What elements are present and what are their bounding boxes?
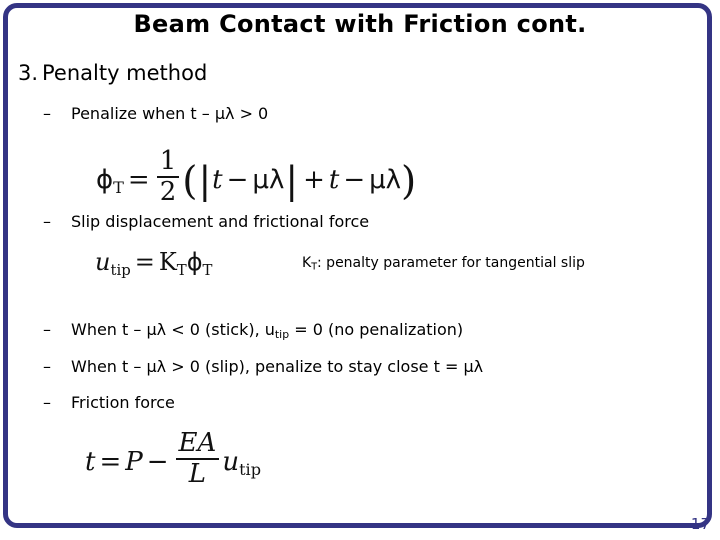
annotation-symbol: K [302, 255, 312, 271]
bullet-dash: – [43, 212, 51, 231]
bullet-dash: – [43, 393, 51, 412]
bullet-symbol-mulambda-2: μλ [463, 357, 484, 376]
equation-utip: utip = KTϕT [95, 250, 212, 278]
equation-phi-t1: t [212, 164, 223, 195]
equation-friction-force: t = P − EA Lutip [85, 429, 262, 490]
slide-canvas: Beam Contact with Friction cont. 3. Penal… [0, 0, 720, 540]
slide-title: Beam Contact with Friction cont. [133, 10, 587, 38]
bullet-symbol-mulambda-1: μλ [146, 357, 167, 376]
equation-phi-equals: = [127, 164, 150, 195]
bullet-symbol-mulambda: μλ [146, 320, 167, 339]
bullet-friction-force: – Friction force [43, 393, 175, 412]
equation-phi-minus1: − [226, 164, 249, 195]
bullet-text: Penalize when t – μλ > 0 [71, 104, 269, 123]
equation-force-u: u [222, 446, 240, 477]
bullet-text-part1: When t – [71, 320, 147, 339]
bullet-slip-condition: – When t – μλ > 0 (slip), penalize to sta… [43, 357, 483, 376]
bullet-penalize-condition: – Penalize when t – μλ > 0 [43, 104, 268, 123]
bullet-dash: – [43, 320, 51, 339]
bullet-slip-displacement: – Slip displacement and frictional force [43, 212, 369, 231]
equation-phi-symbol: ϕ [96, 164, 114, 195]
list-item-penalty-method: 3. Penalty method [18, 61, 207, 85]
bullet-text: Slip displacement and frictional force [71, 212, 370, 231]
bullet-text-part2: < 0 (stick), u [166, 320, 275, 339]
list-item-number: 3. [18, 61, 39, 85]
equation-force-minus: − [146, 446, 169, 477]
fraction-denominator: 2 [159, 177, 177, 208]
bullet-dash: – [43, 357, 51, 376]
equation-phi-subscript: T [113, 177, 124, 197]
equation-phi-mulambda-2: μλ [369, 164, 402, 195]
bullet-text-part2: > 0 (slip), penalize to stay close t = [166, 357, 464, 376]
open-paren: ( [182, 159, 198, 205]
annotation-text: : penalty parameter for tangential slip [317, 255, 585, 271]
equation-utip-phi-subscript: T [202, 260, 213, 279]
fraction-numerator: 1 [156, 147, 180, 179]
abs-bar-close: | [285, 158, 299, 203]
bullet-text: Friction force [71, 393, 175, 412]
equation-force-equals: = [99, 446, 122, 477]
equation-utip-phi: ϕ [186, 248, 203, 276]
equation-utip-u: u [95, 248, 111, 276]
annotation-penalty-parameter: KT: penalty parameter for tangential sli… [302, 255, 585, 273]
bullet-text-part3: = 0 (no penalization) [289, 320, 464, 339]
list-item-label: Penalty method [42, 61, 208, 85]
equation-force-fraction: EA L [175, 429, 220, 490]
abs-bar-open: | [198, 158, 212, 203]
equation-utip-subscript: tip [110, 260, 131, 279]
equation-force-u-subscript: tip [239, 459, 262, 479]
equation-force-P: P [125, 446, 143, 477]
equation-phi-tangential: ϕT = 1 2 (|t − μλ| + t − μλ) [96, 147, 417, 208]
bullet-dash: – [43, 104, 51, 123]
equation-utip-K: K [158, 248, 177, 276]
equation-phi-plus: + [303, 164, 325, 195]
bullet-subscript-tip: tip [274, 328, 290, 342]
equation-utip-K-subscript: T [176, 260, 187, 279]
equation-phi-fraction: 12 [156, 147, 180, 208]
equation-utip-equals: = [134, 248, 155, 276]
equation-phi-mulambda-1: μλ [252, 164, 285, 195]
bullet-text-part1: When t – [71, 357, 147, 376]
fraction-numerator: EA [175, 429, 220, 461]
bullet-stick-condition: – When t – μλ < 0 (stick), utip = 0 (no p… [43, 320, 463, 341]
close-paren: ) [401, 159, 417, 205]
equation-phi-minus2: − [343, 164, 366, 195]
fraction-denominator: L [188, 459, 207, 490]
equation-force-t: t [85, 446, 96, 477]
page-number: 17 [690, 515, 710, 533]
equation-phi-t2: t [328, 164, 340, 195]
